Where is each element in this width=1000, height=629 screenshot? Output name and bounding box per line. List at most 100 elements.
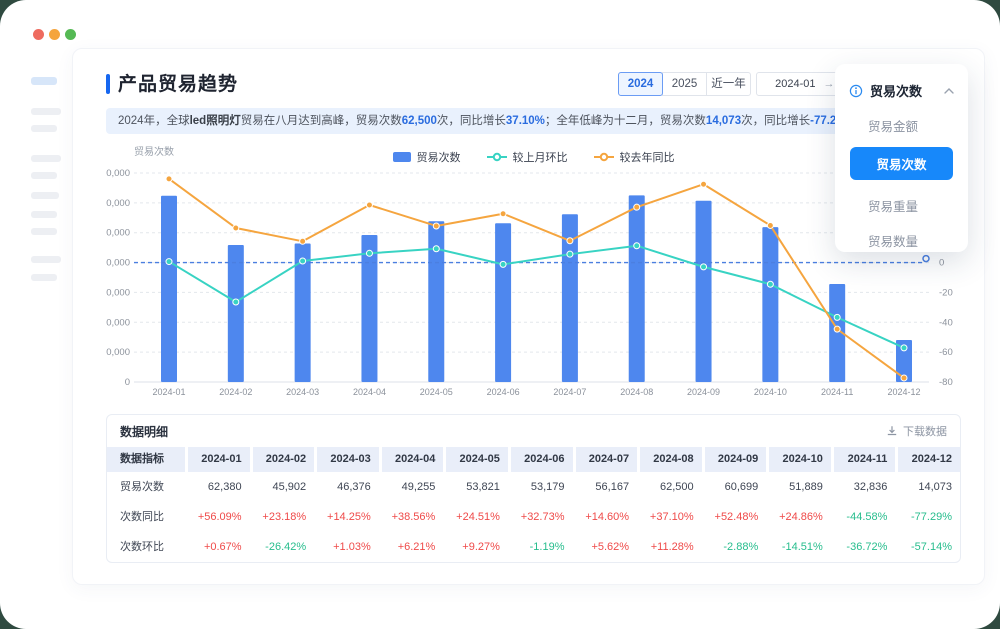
sidebar-skeleton-item[interactable]	[31, 108, 61, 115]
point-较去年同比-2024-12[interactable]	[901, 375, 907, 381]
svg-text:2024-05: 2024-05	[420, 387, 453, 397]
point-较去年同比-2024-09[interactable]	[701, 181, 707, 187]
table-cell: +32.73%	[508, 502, 573, 532]
sidebar-skeleton-item[interactable]	[31, 211, 57, 218]
sidebar-skeleton-item-active[interactable]	[31, 77, 57, 85]
dropdown-selected-label[interactable]: 贸易次数	[870, 81, 937, 100]
download-data-button[interactable]: 下载数据	[886, 423, 947, 439]
year-filter-group: 20242025近一年	[618, 72, 751, 96]
sidebar-skeleton-item[interactable]	[31, 274, 57, 281]
point-较上月环比-2024-07[interactable]	[567, 251, 573, 257]
minimize-window-icon[interactable]	[49, 29, 60, 40]
bar-2024-02[interactable]	[228, 245, 244, 382]
dropdown-option-贸易金额[interactable]: 贸易金额	[835, 116, 968, 135]
table-cell: -2.88%	[702, 532, 767, 562]
table-cell: +1.03%	[314, 532, 379, 562]
legend-item[interactable]: 贸易次数	[393, 149, 461, 165]
zoom-window-icon[interactable]	[65, 29, 76, 40]
bar-2024-09[interactable]	[696, 201, 712, 382]
point-较上月环比-2024-09[interactable]	[701, 264, 707, 270]
svg-text:-60: -60	[939, 347, 953, 358]
legend-line-swatch	[487, 152, 507, 162]
table-row: 贸易次数62,38045,90246,37649,25553,82153,179…	[107, 472, 960, 502]
bar-2024-10[interactable]	[762, 227, 778, 382]
bar-2024-06[interactable]	[495, 223, 511, 382]
point-较去年同比-2024-01[interactable]	[166, 176, 172, 182]
chevron-up-icon[interactable]	[944, 88, 954, 94]
point-较去年同比-2024-05[interactable]	[433, 223, 439, 229]
svg-text:0: 0	[939, 258, 944, 269]
table-header-cell: 2024-05	[443, 447, 508, 472]
table-cell: +11.28%	[637, 532, 702, 562]
metric-dropdown-panel: 贸易次数 贸易金额贸易次数贸易重量贸易数量	[835, 64, 968, 252]
legend-item[interactable]: 较上月环比	[487, 149, 568, 165]
point-较去年同比-2024-02[interactable]	[233, 225, 239, 231]
point-较去年同比-2024-07[interactable]	[567, 238, 573, 244]
point-较上月环比-2024-11[interactable]	[834, 314, 840, 320]
table-cell: -14.51%	[766, 532, 831, 562]
dropdown-option-贸易次数[interactable]: 贸易次数	[850, 147, 953, 180]
chart-canvas[interactable]: 0-8010,000-6020,000-4030,000-2040,000050…	[106, 141, 961, 409]
svg-text:2024-11: 2024-11	[821, 387, 853, 397]
download-icon	[886, 425, 898, 437]
bar-2024-04[interactable]	[361, 235, 377, 382]
point-较上月环比-2024-04[interactable]	[366, 250, 372, 256]
point-较上月环比-2024-06[interactable]	[500, 261, 506, 267]
point-较去年同比-2024-06[interactable]	[500, 211, 506, 217]
year-filter-2025[interactable]: 2025	[662, 72, 707, 96]
sidebar-skeleton-item[interactable]	[31, 125, 57, 132]
summary-segment: 贸易在八月达到高峰，贸易次数	[241, 115, 402, 127]
table-cell: 62,500	[637, 472, 702, 502]
table-cell: -26.42%	[250, 532, 315, 562]
svg-text:2024-04: 2024-04	[353, 387, 386, 397]
dropdown-option-贸易数量[interactable]: 贸易数量	[835, 231, 968, 250]
legend-item[interactable]: 较去年同比	[594, 149, 675, 165]
svg-text:2024-06: 2024-06	[487, 387, 520, 397]
point-较上月环比-2024-08[interactable]	[634, 243, 640, 249]
year-filter-2024[interactable]: 2024	[618, 72, 663, 96]
sidebar-skeleton-item[interactable]	[31, 192, 59, 199]
point-较去年同比-2024-10[interactable]	[767, 222, 773, 228]
table-header-cell: 2024-12	[895, 447, 960, 472]
table-row: 次数环比+0.67%-26.42%+1.03%+6.21%+9.27%-1.19…	[107, 532, 960, 562]
bar-2024-08[interactable]	[629, 195, 645, 382]
summary-segment: 次，同比增长	[741, 115, 810, 127]
svg-text:2024-01: 2024-01	[152, 387, 185, 397]
close-window-icon[interactable]	[33, 29, 44, 40]
table-cell: +24.51%	[443, 502, 508, 532]
point-较上月环比-2024-05[interactable]	[433, 246, 439, 252]
table-cell: -57.14%	[895, 532, 960, 562]
svg-text:40,000: 40,000	[106, 258, 130, 269]
year-filter-近一年[interactable]: 近一年	[706, 72, 751, 96]
table-cell: 60,699	[702, 472, 767, 502]
table-cell: 62,380	[185, 472, 250, 502]
summary-segment: 2024年，全球	[118, 115, 190, 127]
sidebar-skeleton	[31, 77, 65, 281]
legend-label: 较去年同比	[620, 149, 675, 165]
download-label: 下载数据	[903, 423, 947, 439]
point-较上月环比-2024-10[interactable]	[767, 281, 773, 287]
legend-line-swatch	[594, 152, 614, 162]
point-较去年同比-2024-08[interactable]	[634, 204, 640, 210]
table-header-cell: 2024-06	[508, 447, 573, 472]
sidebar-skeleton-item[interactable]	[31, 155, 61, 162]
point-较上月环比-2024-12[interactable]	[901, 345, 907, 351]
dropdown-option-贸易重量[interactable]: 贸易重量	[835, 196, 968, 215]
chart-legend: 贸易次数 较上月环比 较去年同比	[106, 149, 961, 165]
sidebar-skeleton-item[interactable]	[31, 172, 57, 179]
row-label: 次数同比	[107, 502, 185, 532]
svg-text:-80: -80	[939, 377, 953, 388]
point-较上月环比-2024-02[interactable]	[233, 299, 239, 305]
bar-2024-01[interactable]	[161, 196, 177, 382]
point-较去年同比-2024-03[interactable]	[300, 238, 306, 244]
point-较去年同比-2024-04[interactable]	[366, 202, 372, 208]
sidebar-skeleton-item[interactable]	[31, 256, 61, 263]
point-较去年同比-2024-11[interactable]	[834, 326, 840, 332]
sidebar-skeleton-item[interactable]	[31, 228, 57, 235]
point-较上月环比-2024-03[interactable]	[300, 258, 306, 264]
svg-text:2024-09: 2024-09	[687, 387, 720, 397]
point-较上月环比-2024-01[interactable]	[166, 259, 172, 265]
svg-text:30,000: 30,000	[106, 287, 130, 298]
table-cell: 56,167	[573, 472, 638, 502]
summary-banner: 2024年，全球led照明灯贸易在八月达到高峰，贸易次数62,500次，同比增长…	[106, 108, 953, 134]
